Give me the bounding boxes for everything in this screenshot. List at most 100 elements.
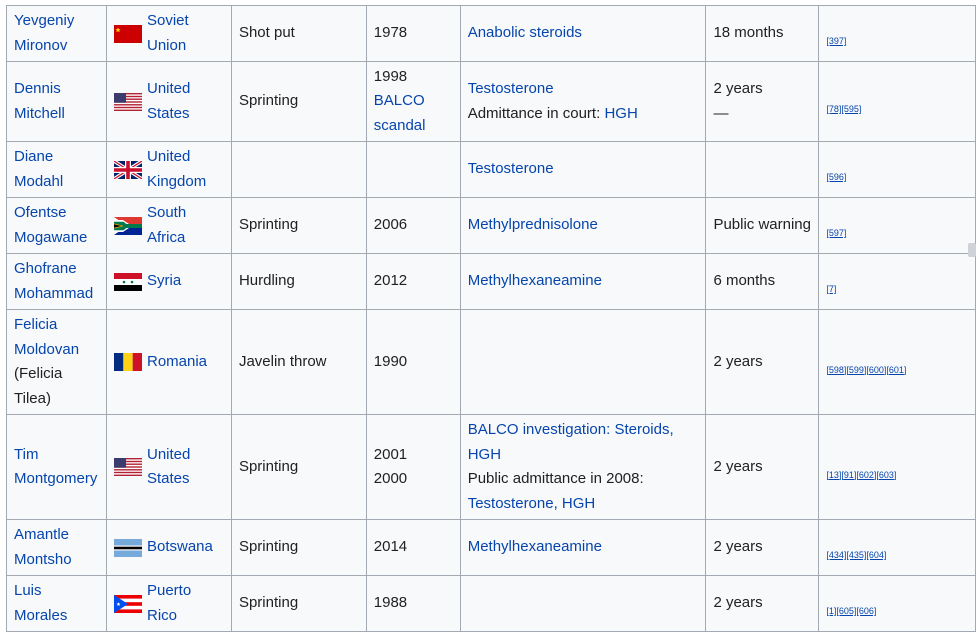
flag-botswana-icon [113, 538, 142, 557]
year-cell [365, 141, 461, 198]
reference-link[interactable]: [596] [826, 172, 846, 182]
athlete-link[interactable]: Diane Modahl [14, 148, 63, 190]
athlete-link[interactable]: Ghofrane Mohammad [14, 260, 93, 302]
sanction-cell [705, 141, 820, 198]
substance-cell: Methylprednisolone [459, 197, 707, 254]
country-link[interactable]: United States [147, 77, 224, 126]
country-link[interactable]: United Kingdom [147, 145, 224, 194]
substance-note-link[interactable]: HGH [604, 105, 637, 122]
table-row: Luis Morales Puerto Rico Sprinting 1988 … [6, 575, 976, 632]
scrollbar-thumb[interactable] [968, 243, 976, 257]
reference-link[interactable]: [597] [826, 228, 846, 238]
substance-link[interactable]: Testosterone [468, 160, 554, 177]
reference-link[interactable]: [13][91][602][603] [826, 470, 896, 480]
athlete-link[interactable]: Yevgeniy Mironov [14, 12, 74, 54]
reference-cell: [13][91][602][603] [818, 414, 976, 520]
year-link[interactable]: BALCO scandal [374, 92, 426, 134]
country-cell: Puerto Rico [105, 575, 232, 632]
reference-cell: [7] [818, 253, 976, 310]
table-row: Felicia Moldovan (Felicia Tilea) Romania … [6, 309, 976, 415]
substance-link[interactable]: Methylprednisolone [468, 216, 598, 233]
country-cell: Botswana [105, 519, 232, 576]
sport-cell: Javelin throw [230, 309, 367, 415]
substance-cell: Anabolic steroids [459, 5, 707, 62]
substance-note: Public admittance in 2008: [467, 470, 644, 487]
athlete-alt-name: (Felicia Tilea) [14, 365, 63, 407]
country-cell: United Kingdom [105, 141, 232, 198]
sanction-cell: 2 years [705, 519, 820, 576]
athlete-cell: Yevgeniy Mironov [6, 5, 107, 62]
country-link[interactable]: Syria [147, 269, 181, 294]
athlete-link[interactable]: Felicia Moldovan [14, 316, 79, 358]
country-link[interactable]: Romania [147, 350, 207, 375]
athlete-link[interactable]: Tim Montgomery [14, 446, 97, 488]
athlete-link[interactable]: Dennis Mitchell [14, 80, 65, 122]
country-link[interactable]: Soviet Union [147, 9, 224, 58]
sport-cell: Shot put [230, 5, 367, 62]
athlete-link[interactable]: Ofentse Mogawane [14, 204, 87, 246]
substance-link[interactable]: BALCO investigation: Steroids, HGH [468, 418, 699, 467]
substance-link[interactable]: Testosterone [468, 77, 699, 102]
reference-link[interactable]: [434][435][604] [826, 550, 886, 560]
reference-cell: [596] [818, 141, 976, 198]
year-text: 1998 [373, 67, 408, 85]
year-cell: 2006 [365, 197, 461, 254]
substance-link[interactable]: Anabolic steroids [468, 24, 582, 41]
reference-link[interactable]: [78][595] [826, 104, 861, 114]
sanction-note: — [713, 104, 729, 122]
sanction-text: 2 years [713, 80, 763, 97]
country-cell: United States [105, 61, 232, 142]
country-cell: Romania [105, 309, 232, 415]
reference-cell: [397] [818, 5, 976, 62]
substance-link[interactable]: Methylhexaneamine [468, 538, 602, 555]
athlete-link[interactable]: Amantle Montsho [14, 526, 72, 568]
table-row: Amantle Montsho Botswana Sprinting 2014 … [6, 519, 976, 576]
reference-link[interactable]: [397] [826, 36, 846, 46]
substance-cell: BALCO investigation: Steroids, HGH Public… [459, 414, 707, 520]
athlete-cell: Felicia Moldovan (Felicia Tilea) [6, 309, 107, 415]
substance-note: Admittance in court: [467, 104, 605, 122]
country-link[interactable]: South Africa [147, 201, 224, 250]
sanction-cell: Public warning [705, 197, 820, 254]
country-link[interactable]: United States [147, 443, 224, 492]
athlete-link[interactable]: Luis Morales [14, 582, 67, 624]
athlete-cell: Ghofrane Mohammad [6, 253, 107, 310]
athlete-cell: Amantle Montsho [6, 519, 107, 576]
substance-link[interactable]: Methylhexaneamine [468, 272, 602, 289]
year-cell: 1988 [365, 575, 461, 632]
year-cell: 2014 [365, 519, 461, 576]
flag-syria-icon [113, 272, 142, 291]
substance-cell: Testosterone [459, 141, 707, 198]
sport-cell: Hurdling [230, 253, 367, 310]
sport-cell [230, 141, 367, 198]
sanction-cell: 18 months [705, 5, 820, 62]
country-cell: Soviet Union [105, 5, 232, 62]
sanction-cell: 6 months [705, 253, 820, 310]
flag-soviet-union-icon [113, 24, 142, 43]
reference-link[interactable]: [7] [826, 284, 836, 294]
table-row: Ghofrane Mohammad Syria Hurdling 2012 Me… [6, 253, 976, 310]
flag-united-states-icon [113, 92, 142, 111]
sport-cell: Sprinting [230, 61, 367, 142]
substance-cell: Testosterone Admittance in court: HGH [459, 61, 707, 142]
sanction-cell: 2 years — [705, 61, 820, 142]
flag-united-states-icon [113, 458, 142, 476]
sport-cell: Sprinting [230, 575, 367, 632]
reference-cell: [1][605][606] [818, 575, 976, 632]
athlete-cell: Diane Modahl [6, 141, 107, 198]
country-cell: Syria [105, 253, 232, 310]
country-link[interactable]: Botswana [147, 535, 213, 560]
table-row: Diane Modahl United Kingdom Testosterone… [6, 141, 976, 198]
flag-puerto-rico-icon [113, 594, 142, 613]
year-cell: 1990 [365, 309, 461, 415]
reference-link[interactable]: [1][605][606] [826, 606, 876, 616]
substance-note-link[interactable]: Testosterone, HGH [468, 495, 596, 512]
table-row: Dennis Mitchell United States Sprinting … [6, 61, 976, 142]
athlete-cell: Luis Morales [6, 575, 107, 632]
reference-link[interactable]: [598][599][600][601] [826, 365, 906, 375]
athlete-cell: Ofentse Mogawane [6, 197, 107, 254]
year-cell: 2001 2000 [365, 414, 461, 520]
year-cell: 1978 [365, 5, 461, 62]
country-link[interactable]: Puerto Rico [147, 579, 224, 628]
table-row: Yevgeniy Mironov Soviet Union Shot put 1… [6, 5, 976, 62]
